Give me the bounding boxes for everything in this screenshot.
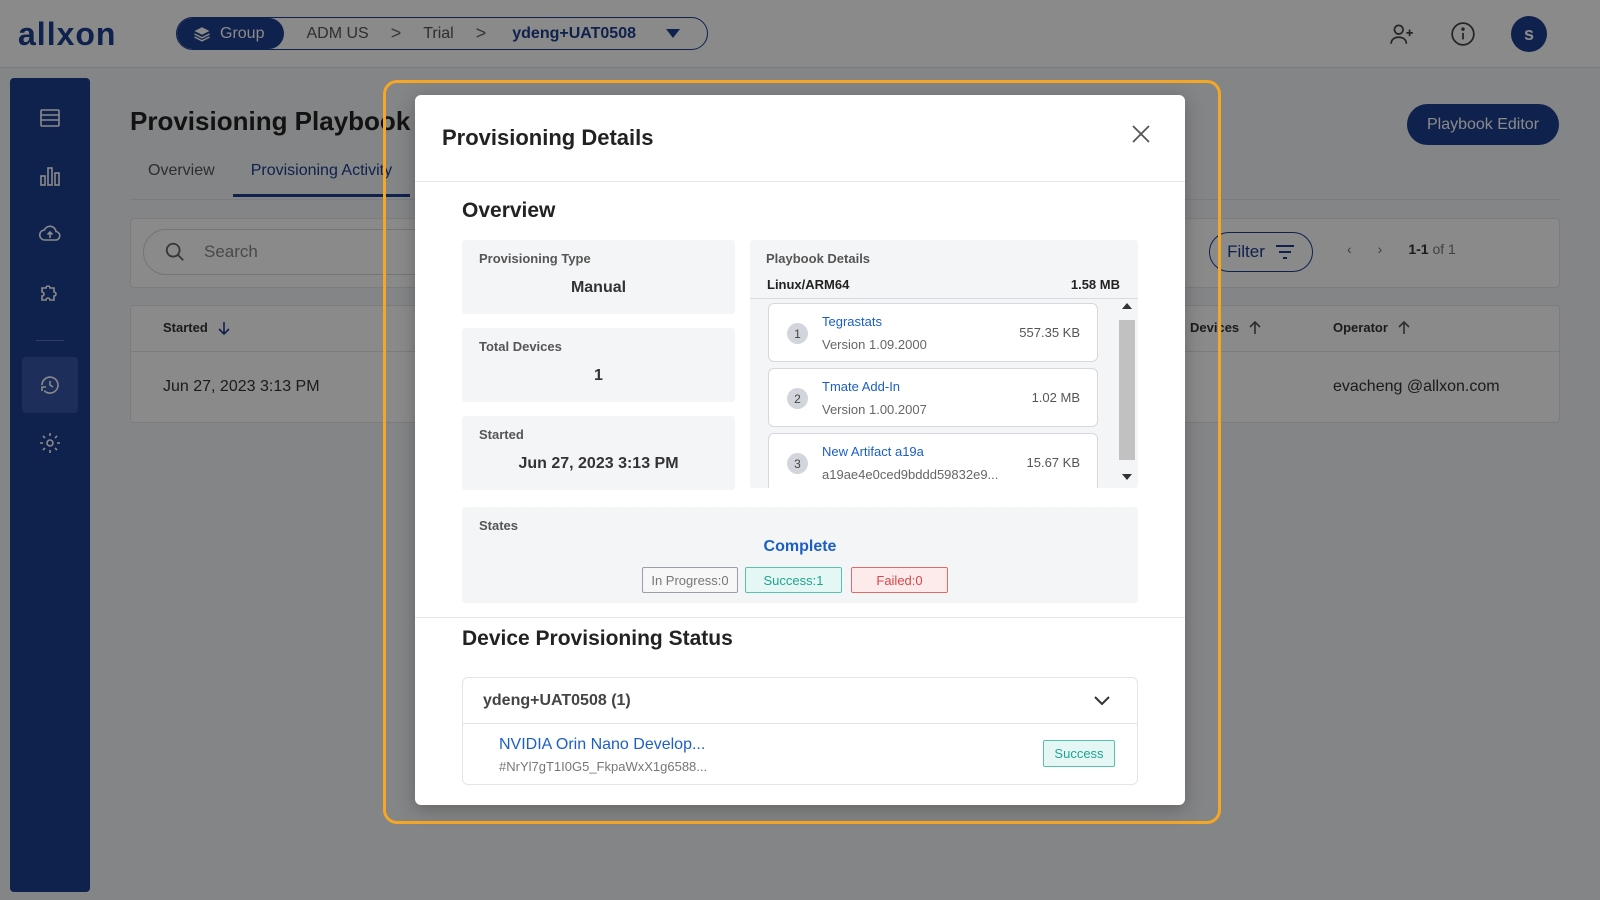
total-devices-card: Total Devices 1 xyxy=(462,328,735,402)
total-devices-label: Total Devices xyxy=(479,339,562,354)
chevron-down-icon[interactable] xyxy=(1093,692,1111,710)
device-status-badge: Success xyxy=(1043,740,1115,767)
started-value: Jun 27, 2023 3:13 PM xyxy=(518,455,679,472)
scroll-up-icon[interactable] xyxy=(1122,303,1132,309)
provisioning-details-modal: Provisioning Details Overview Provisioni… xyxy=(415,95,1185,805)
device-name-link[interactable]: NVIDIA Orin Nano Develop... xyxy=(499,736,709,754)
started-card: Started Jun 27, 2023 3:13 PM xyxy=(462,416,735,490)
device-status-title: Device Provisioning Status xyxy=(462,627,733,650)
artifact-item[interactable]: 3 New Artifact a19a a19ae4e0ced9bddd5983… xyxy=(768,433,1098,488)
overview-title: Overview xyxy=(462,199,556,222)
artifact-name[interactable]: New Artifact a19a xyxy=(822,444,924,459)
modal-divider xyxy=(415,617,1185,618)
artifact-item[interactable]: 2 Tmate Add-In Version 1.00.2007 1.02 MB xyxy=(768,368,1098,427)
artifact-size: 557.35 KB xyxy=(1019,325,1080,340)
total-devices-value: 1 xyxy=(594,367,603,384)
scroll-down-icon[interactable] xyxy=(1122,474,1132,480)
playbook-total-size: 1.58 MB xyxy=(1070,277,1120,292)
playbook-details-card: Playbook Details Linux/ARM64 1.58 MB 1 T… xyxy=(750,240,1138,488)
artifact-version: Version 1.00.2007 xyxy=(822,402,927,417)
playbook-divider xyxy=(750,298,1138,299)
provisioning-type-label: Provisioning Type xyxy=(479,251,591,266)
artifact-size: 1.02 MB xyxy=(1031,390,1080,405)
provisioning-type-value: Manual xyxy=(570,279,627,296)
device-id: #NrYl7gT1I0G5_FkpaWxX1g6588... xyxy=(499,759,708,774)
states-label: States xyxy=(479,518,519,533)
states-value: Complete xyxy=(763,538,837,555)
success-badge: Success:1 xyxy=(745,567,842,593)
artifact-number: 1 xyxy=(787,323,808,344)
artifact-number: 2 xyxy=(787,388,808,409)
failed-badge: Failed:0 xyxy=(851,567,948,593)
device-group-header[interactable]: ydeng+UAT0508 (1) xyxy=(463,678,1137,724)
modal-divider xyxy=(415,181,1185,182)
artifact-name[interactable]: Tmate Add-In xyxy=(822,379,900,394)
playbook-platform: Linux/ARM64 xyxy=(767,277,850,292)
in-progress-badge: In Progress:0 xyxy=(642,567,738,593)
states-card: States Complete In Progress:0 Success:1 … xyxy=(462,507,1138,603)
started-label: Started xyxy=(479,427,524,442)
scroll-thumb[interactable] xyxy=(1119,320,1135,460)
artifact-version: a19ae4e0ced9bddd59832e9... xyxy=(822,467,999,482)
close-icon[interactable] xyxy=(1130,123,1152,145)
artifact-size: 15.67 KB xyxy=(1026,455,1081,470)
provisioning-type-card: Provisioning Type Manual xyxy=(462,240,735,314)
playbook-details-label: Playbook Details xyxy=(766,251,871,266)
modal-title: Provisioning Details xyxy=(442,125,654,150)
device-group-panel: ydeng+UAT0508 (1) NVIDIA Orin Nano Devel… xyxy=(462,677,1138,785)
artifact-item[interactable]: 1 Tegrastats Version 1.09.2000 557.35 KB xyxy=(768,303,1098,362)
artifact-scrollbar[interactable] xyxy=(1118,300,1136,486)
artifact-version: Version 1.09.2000 xyxy=(822,337,927,352)
artifact-number: 3 xyxy=(787,453,808,474)
device-group-name: ydeng+UAT0508 (1) xyxy=(483,692,631,709)
artifact-name[interactable]: Tegrastats xyxy=(822,314,882,329)
